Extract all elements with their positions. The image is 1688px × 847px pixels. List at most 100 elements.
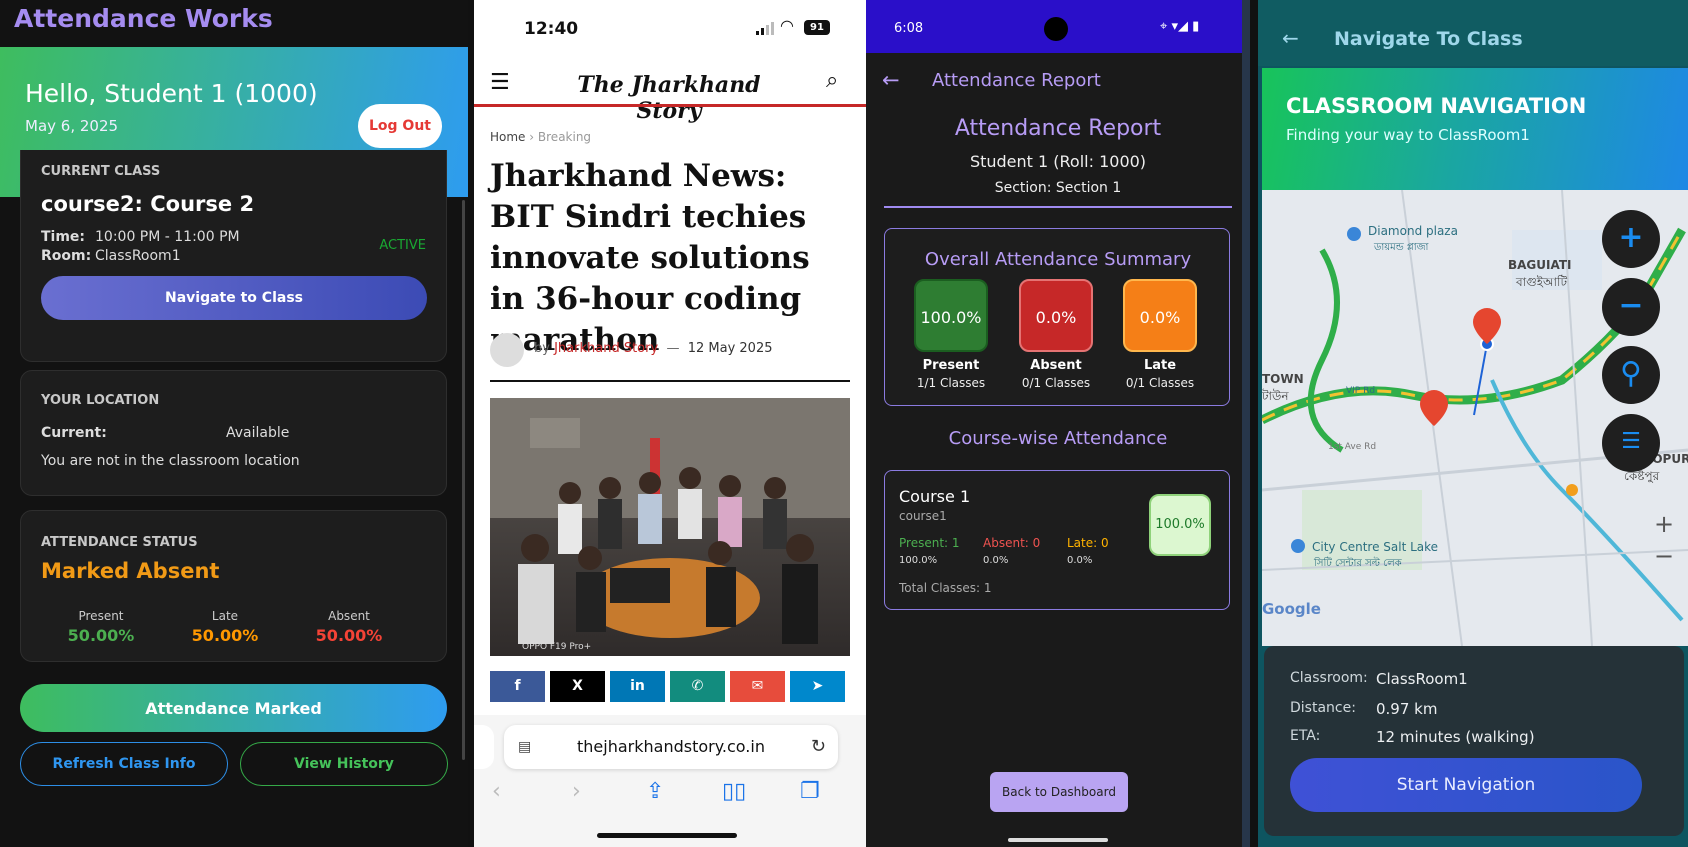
signal-icon [756,22,774,35]
breadcrumb-home[interactable]: Home [490,130,525,144]
course-card[interactable]: Course 1 course1 Present: 1 100.0% Absen… [884,470,1230,610]
absent-count: Absent: 0 [983,536,1041,550]
screen-title: Navigate To Class [1334,28,1523,50]
section-info: Section: Section 1 [994,180,1122,196]
author-link[interactable]: Jharkhand Story [554,341,658,356]
site-logo[interactable]: The Jharkhand Story [554,72,784,124]
previous-tab-peek[interactable] [474,725,494,769]
stat-present: Present 50.00% [67,609,135,645]
reader-icon[interactable]: ▤ [518,725,531,769]
forward-icon[interactable]: › [572,779,581,804]
back-arrow-icon[interactable]: ← [882,68,900,92]
navigation-banner: CLASSROOM NAVIGATION Finding your way to… [1262,68,1688,190]
reload-icon[interactable]: ↻ [811,725,826,769]
x-share-button[interactable]: X [550,671,605,702]
byline-divider [490,380,850,382]
attendance-dashboard-panel: Attendance Works Hello, Student 1 (1000)… [0,0,468,847]
bookmarks-icon[interactable]: ▯▯ [722,779,746,804]
telegram-share-button[interactable]: ➤ [790,671,845,702]
browser-toolbar: ▤ thejharkhandstory.co.in ↻ ‹ › ⇪ ▯▯ ❐ [474,715,866,847]
status-icons: ⌖ ▾◢ ▮ [1160,19,1200,34]
logout-button[interactable]: Log Out [358,104,442,148]
navigate-to-class-button[interactable]: Navigate to Class [41,276,427,320]
x-icon: X [572,678,583,694]
zoom-out-fab-icon[interactable]: − [1602,278,1660,336]
distance-value: 0.97 km [1376,700,1438,718]
present-tile: 100.0% [914,279,988,352]
email-icon: ✉ [751,678,764,694]
byline: by Jharkhand Story — 12 May 2025 [534,341,773,356]
greeting: Hello, Student 1 (1000) [25,79,318,108]
heading-divider [884,206,1232,208]
tabs-icon[interactable]: ❐ [800,779,820,804]
location-card: YOUR LOCATION Current: Available You are… [20,370,447,496]
present-label: Present [922,358,980,373]
back-icon[interactable]: ‹ [492,779,501,804]
current-class-card: CURRENT CLASS course2: Course 2 Time: 10:… [20,150,447,362]
zoom-in-fab-icon[interactable]: + [1602,210,1660,268]
coursewise-title: Course-wise Attendance [948,428,1168,449]
home-indicator [597,833,737,838]
banner-title: CLASSROOM NAVIGATION [1286,94,1587,118]
start-navigation-button[interactable]: Start Navigation [1290,758,1642,812]
course-name: Course 1 [899,487,971,506]
status-value: Marked Absent [41,559,220,583]
late-percent: 0.0% [1067,555,1093,566]
telegram-icon: ➤ [811,678,824,694]
camera-cutout [1044,17,1068,41]
attendance-marked-button[interactable]: Attendance Marked [20,684,447,732]
map-label-vip-rd: VIP Rd [1346,386,1376,396]
status-bar: 6:08 ⌖ ▾◢ ▮ [866,0,1250,53]
menu-icon[interactable]: ☰ [490,70,510,95]
absent-tile: 0.0% [1019,279,1093,352]
whatsapp-icon: ✆ [691,678,704,694]
scrollbar[interactable] [462,200,465,760]
report-heading: Attendance Report [954,116,1162,141]
absent-label: Absent [1030,358,1082,373]
map-zoom-in-icon[interactable]: + [1654,510,1674,538]
class-name: course2: Course 2 [41,192,255,216]
address-bar[interactable]: ▤ thejharkhandstory.co.in ↻ [504,725,838,769]
app-title: Attendance Works [14,4,273,33]
map-zoom-out-icon[interactable]: − [1654,542,1674,570]
summary-title: Overall Attendance Summary [924,249,1192,270]
share-bar: f X in ✆ ✉ ➤ [490,671,845,702]
breadcrumb: Home › Breaking [490,130,592,144]
map-view[interactable]: Diamond plaza ডায়মন্ড প্লাজা BAGUIATI ব… [1262,190,1688,646]
facebook-share-button[interactable]: f [490,671,545,702]
total-classes: Total Classes: 1 [899,581,992,595]
course-id: course1 [899,509,947,523]
search-icon[interactable]: ⌕ [826,68,838,93]
location-caption: YOUR LOCATION [41,393,160,408]
my-location-icon[interactable]: ⚲ [1602,346,1660,404]
class-time: Time: 10:00 PM - 11:00 PM [41,229,240,245]
status-time: 12:40 [524,19,579,39]
classroom-value: ClassRoom1 [1376,670,1468,688]
linkedin-share-button[interactable]: in [610,671,665,702]
late-label: Late [1143,358,1177,373]
share-icon[interactable]: ⇪ [646,779,664,804]
email-share-button[interactable]: ✉ [730,671,785,702]
breadcrumb-category[interactable]: Breaking [538,130,591,144]
map-label-town-bn: টাউন [1262,389,1289,403]
attendance-status-card: ATTENDANCE STATUS Marked Absent Present 5… [20,510,447,662]
back-to-dashboard-button[interactable]: Back to Dashboard [990,772,1128,812]
url-text: thejharkhandstory.co.in [577,737,765,756]
present-count: Present: 1 [899,536,960,550]
whatsapp-share-button[interactable]: ✆ [670,671,725,702]
panel-edge [1242,0,1250,847]
present-count: 1/1 Classes [916,376,986,390]
refresh-class-info-button[interactable]: Refresh Class Info [20,742,228,786]
wifi-icon: ◠ [780,16,794,35]
trip-info-card: Classroom: ClassRoom1 Distance: 0.97 km … [1264,646,1684,836]
overall-summary-card: Overall Attendance Summary 100.0% 0.0% 0… [884,228,1230,406]
author-avatar [490,333,524,367]
gesture-bar [1008,838,1108,842]
layers-icon[interactable]: ☰ [1602,414,1660,472]
view-history-button[interactable]: View History [240,742,448,786]
map-label-1st-ave: 1st Ave Rd [1328,442,1377,452]
navigate-to-class-panel: ← Navigate To Class CLASSROOM NAVIGATION… [1258,0,1688,847]
classroom-label: Classroom: [1290,670,1368,686]
back-arrow-icon[interactable]: ← [1282,26,1299,50]
map-label-baguiati: BAGUIATI [1508,258,1572,272]
